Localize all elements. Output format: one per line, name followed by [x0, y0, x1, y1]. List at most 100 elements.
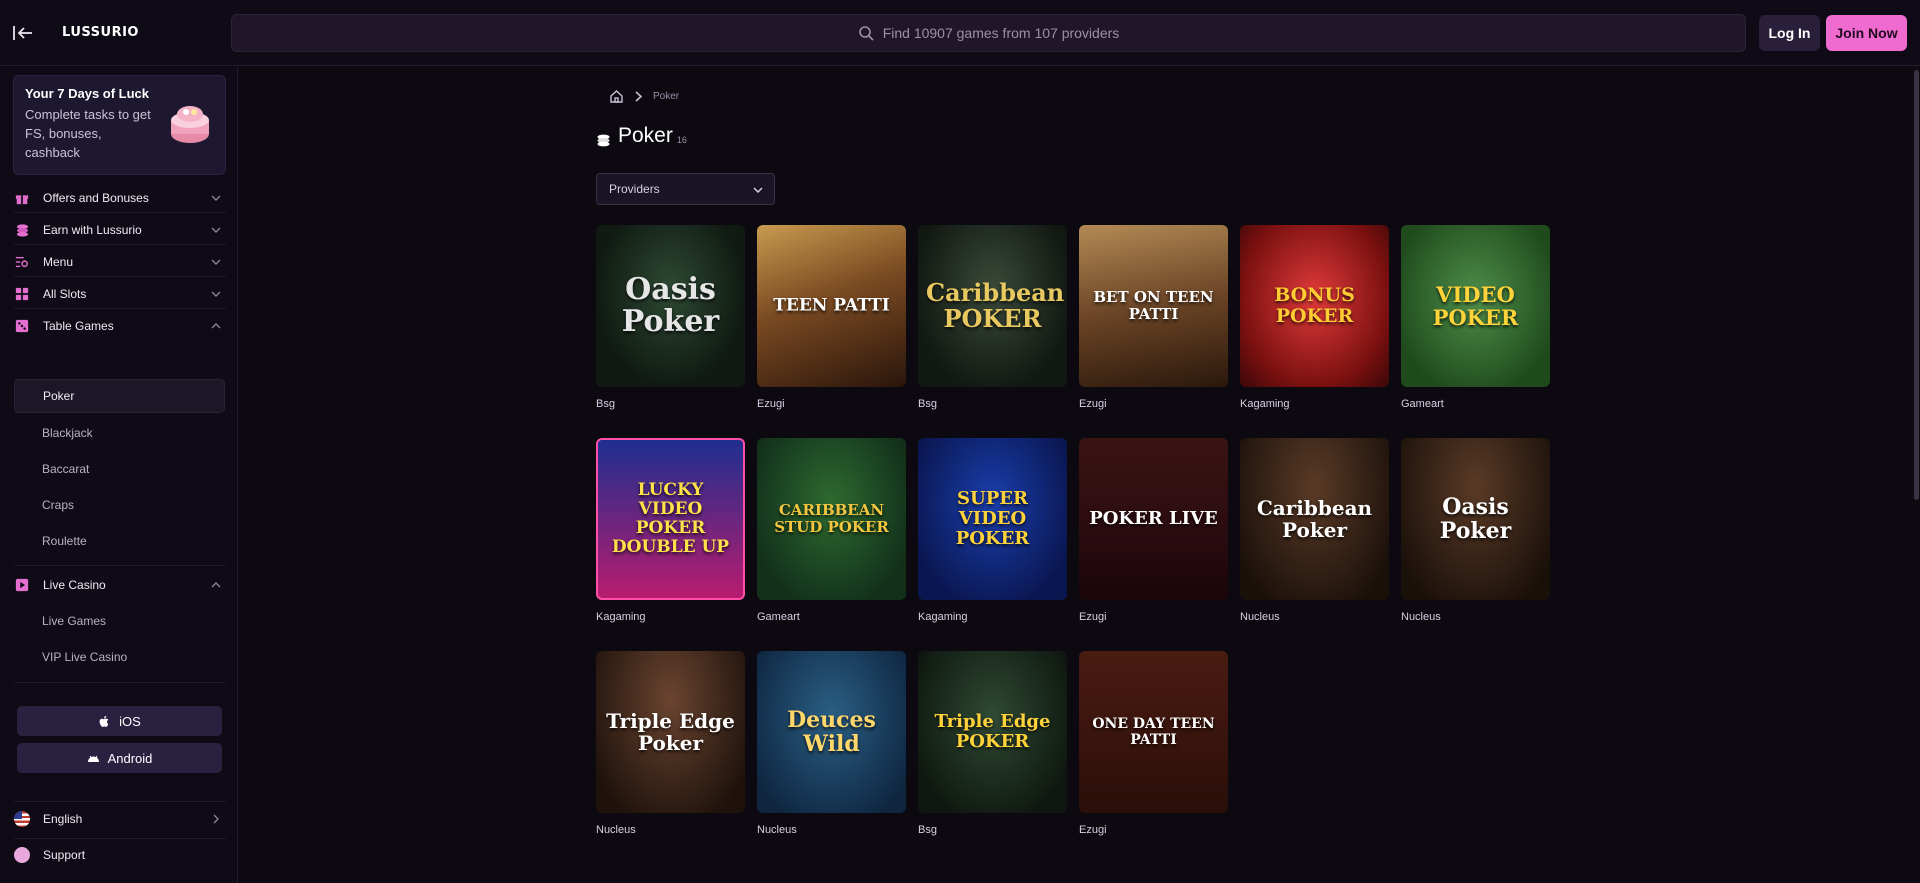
sidebar-item-live-casino[interactable]: Live Casino — [14, 566, 226, 604]
game-tile[interactable]: Deuces Wild — [757, 651, 906, 813]
apple-icon — [99, 715, 109, 727]
game-artwork-title: Triple Edge POKER — [934, 711, 1051, 752]
support-link[interactable]: Support — [14, 840, 226, 870]
sidebar-item-label: Earn with Lussurio — [43, 223, 142, 237]
language-label: English — [43, 812, 83, 826]
game-provider-label[interactable]: Nucleus — [1240, 611, 1280, 623]
game-provider-label[interactable]: Bsg — [918, 824, 937, 836]
chevron-down-icon[interactable] — [210, 192, 222, 204]
game-provider-label[interactable]: Gameart — [1401, 398, 1444, 410]
android-label: Android — [107, 750, 153, 766]
breadcrumb-current: Poker — [653, 91, 680, 102]
logo[interactable]: LUSSURIO — [62, 25, 139, 40]
language-selector[interactable]: English — [14, 804, 226, 834]
game-artwork-title: Triple Edge Poker — [606, 709, 735, 755]
sidebar-subitem-vip-live-casino[interactable]: VIP Live Casino — [14, 640, 225, 674]
game-tile[interactable]: BONUS POKER — [1240, 225, 1389, 387]
android-app-button[interactable]: Android — [17, 743, 222, 773]
coins-icon — [597, 134, 610, 147]
ios-app-button[interactable]: iOS — [17, 706, 222, 736]
game-provider-label[interactable]: Kagaming — [596, 611, 646, 623]
chevron-down-icon[interactable] — [210, 224, 222, 236]
chevron-down-icon[interactable] — [210, 288, 222, 300]
game-tile[interactable]: BET ON TEEN PATTI — [1079, 225, 1228, 387]
dice-icon — [14, 318, 30, 334]
game-tile[interactable]: Oasis Poker — [1401, 438, 1550, 600]
game-provider-label[interactable]: Nucleus — [1401, 611, 1441, 623]
game-provider-label[interactable]: Ezugi — [1079, 824, 1107, 836]
game-artwork-title: ONE DAY TEEN PATTI — [1092, 716, 1215, 748]
providers-dropdown[interactable]: Providers — [596, 173, 775, 205]
game-provider-label[interactable]: Nucleus — [596, 824, 636, 836]
game-artwork-title: Oasis Poker — [621, 272, 720, 339]
promo-title: Your 7 Days of Luck — [25, 86, 150, 101]
breadcrumb: Poker — [609, 89, 679, 104]
game-provider-label[interactable]: Kagaming — [1240, 398, 1290, 410]
chevron-up-icon[interactable] — [210, 579, 222, 591]
sidebar-item-label: Menu — [43, 255, 74, 269]
game-artwork-title: BET ON TEEN PATTI — [1093, 288, 1214, 323]
game-tile[interactable]: Oasis Poker — [596, 225, 745, 387]
search-input[interactable]: Find 10907 games from 107 providers — [231, 14, 1746, 52]
us-flag-icon — [14, 811, 30, 827]
game-tile[interactable]: Caribbean Poker — [1240, 438, 1389, 600]
sidebar-subitem-craps[interactable]: Craps — [14, 488, 225, 522]
game-tile[interactable]: SUPER VIDEO POKER — [918, 438, 1067, 600]
sidebar: Your 7 Days of Luck Complete tasks to ge… — [0, 67, 238, 883]
game-tile[interactable]: VIDEO POKER — [1401, 225, 1550, 387]
sidebar-item-label: Offers and Bonuses — [43, 191, 149, 205]
game-provider-label[interactable]: Nucleus — [757, 824, 797, 836]
sidebar-item-table-games[interactable]: Table Games — [14, 307, 226, 345]
sidebar-item-label: Table Games — [43, 319, 114, 333]
game-tile[interactable]: Triple Edge Poker — [596, 651, 745, 813]
game-count: 16 — [676, 135, 687, 145]
promo-card[interactable]: Your 7 Days of Luck Complete tasks to ge… — [13, 75, 226, 175]
sidebar-subitem-poker[interactable]: Poker — [14, 379, 225, 413]
chevron-down-icon[interactable] — [210, 256, 222, 268]
top-bar: LUSSURIO Find 10907 games from 107 provi… — [0, 0, 1920, 66]
sidebar-subitem-blackjack[interactable]: Blackjack — [14, 416, 225, 450]
divider — [14, 682, 226, 683]
divider — [14, 801, 226, 802]
page-title: Poker 16 — [596, 124, 687, 148]
game-provider-label[interactable]: Bsg — [596, 398, 615, 410]
gift-box-icon — [171, 106, 209, 143]
chevron-down-icon — [753, 187, 763, 194]
home-icon[interactable] — [609, 89, 624, 104]
play-icon — [14, 577, 30, 593]
game-provider-label[interactable]: Ezugi — [1079, 611, 1107, 623]
join-now-button[interactable]: Join Now — [1826, 15, 1907, 51]
collapse-sidebar-icon[interactable] — [12, 22, 34, 44]
game-tile[interactable]: POKER LIVE — [1079, 438, 1228, 600]
scrollbar[interactable] — [1914, 70, 1919, 500]
game-provider-label[interactable]: Bsg — [918, 398, 937, 410]
game-artwork-title: LUCKY VIDEO POKER DOUBLE UP — [611, 480, 730, 557]
sidebar-item-label: Live Casino — [43, 578, 106, 592]
game-tile[interactable]: TEEN PATTI — [757, 225, 906, 387]
support-label: Support — [43, 848, 86, 862]
page-title-text: Poker — [618, 124, 673, 147]
game-artwork-title: SUPER VIDEO POKER — [955, 488, 1030, 549]
game-provider-label[interactable]: Kagaming — [918, 611, 968, 623]
promo-text: Complete tasks to get FS, bonuses, cashb… — [25, 107, 151, 160]
coins-icon — [14, 222, 30, 238]
game-tile[interactable]: ONE DAY TEEN PATTI — [1079, 651, 1228, 813]
game-provider-label[interactable]: Ezugi — [1079, 398, 1107, 410]
game-tile[interactable]: Caribbean POKER — [918, 225, 1067, 387]
chevron-up-icon[interactable] — [210, 320, 222, 332]
game-tile[interactable]: CARIBBEAN STUD POKER — [757, 438, 906, 600]
sidebar-subitem-baccarat[interactable]: Baccarat — [14, 452, 225, 486]
search-placeholder: Find 10907 games from 107 providers — [882, 25, 1120, 41]
android-icon — [87, 755, 99, 762]
support-icon — [14, 847, 30, 863]
game-artwork-title: BONUS POKER — [1274, 284, 1355, 327]
game-tile[interactable]: LUCKY VIDEO POKER DOUBLE UP — [596, 438, 745, 600]
sidebar-subitem-live-games[interactable]: Live Games — [14, 604, 225, 638]
game-provider-label[interactable]: Ezugi — [757, 398, 785, 410]
login-button[interactable]: Log In — [1759, 15, 1820, 51]
game-artwork-title: Caribbean POKER — [926, 278, 1065, 333]
game-tile[interactable]: Triple Edge POKER — [918, 651, 1067, 813]
game-provider-label[interactable]: Gameart — [757, 611, 800, 623]
divider — [14, 838, 226, 839]
sidebar-subitem-roulette[interactable]: Roulette — [14, 524, 225, 558]
